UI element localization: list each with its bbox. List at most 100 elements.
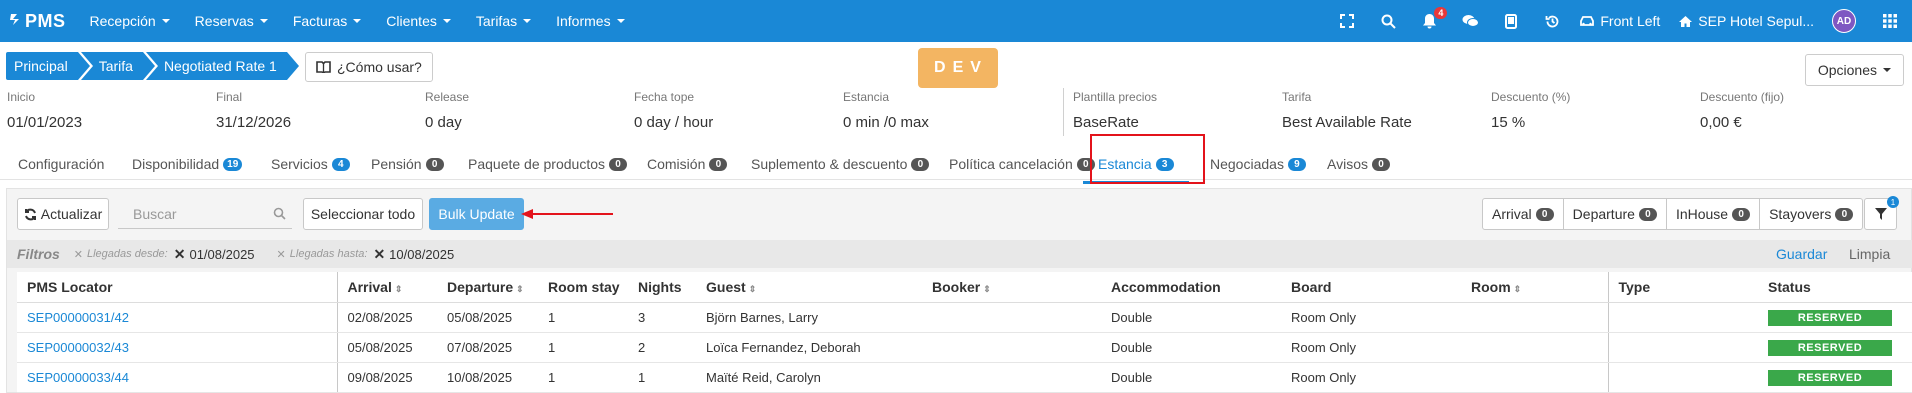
nav-reservas[interactable]: Reservas	[195, 13, 268, 29]
nav-label: Recepción	[89, 13, 156, 29]
filter-label-text: Llegadas hasta:	[289, 248, 368, 260]
column-label: Status	[1768, 278, 1811, 295]
col-room[interactable]: Room ⇕	[1461, 272, 1608, 303]
info-descuento-pct: Descuento (%) 15 %	[1491, 90, 1570, 131]
sort-icon: ⇕	[983, 283, 991, 294]
remove-filter-icon[interactable]: ✕	[74, 248, 83, 261]
remove-filter-icon[interactable]: ✕	[174, 246, 186, 263]
col-board[interactable]: Board	[1281, 272, 1461, 303]
table-row[interactable]: SEP00000031/42 02/08/2025 05/08/2025 1 3…	[17, 302, 1912, 333]
save-filters-link[interactable]: Guardar	[1776, 240, 1827, 268]
search-icon[interactable]	[1374, 7, 1402, 35]
tab-paquete-productos[interactable]: Paquete de productos 0	[468, 148, 627, 180]
chevron-down-icon	[442, 19, 451, 23]
sort-icon: ⇕	[394, 283, 403, 294]
col-nights[interactable]: Nights	[628, 272, 696, 303]
tab-politica-cancelacion[interactable]: Política cancelación 0	[949, 148, 1095, 180]
info-value: BaseRate	[1073, 114, 1139, 131]
departure-filter-button[interactable]: Departure 0	[1564, 199, 1667, 229]
tab-servicios[interactable]: Servicios 4	[271, 148, 350, 180]
locator-link[interactable]: SEP00000032/43	[17, 332, 337, 363]
table-row[interactable]: SEP00000032/43 05/08/2025 07/08/2025 1 2…	[17, 332, 1912, 363]
refresh-button[interactable]: Actualizar	[17, 198, 109, 230]
search-input[interactable]: Buscar	[118, 199, 292, 229]
status-badge: RESERVED	[1768, 369, 1892, 386]
filter-value-text: 10/08/2025	[389, 246, 455, 262]
type-cell	[1607, 332, 1758, 363]
clear-filters-link[interactable]: Limpia	[1849, 240, 1890, 268]
tab-pension[interactable]: Pensión 0	[371, 148, 444, 180]
arrival-filter-button[interactable]: Arrival 0	[1483, 199, 1564, 229]
col-booker[interactable]: Booker ⇕	[922, 272, 1101, 303]
room-stay-cell: 1	[538, 362, 628, 393]
stayovers-filter-button[interactable]: Stayovers 0	[1760, 199, 1862, 229]
locator-link[interactable]: SEP00000031/42	[17, 302, 337, 333]
filter-to-label[interactable]: ✕ Llegadas hasta:	[277, 248, 368, 261]
history-icon[interactable]	[1538, 7, 1566, 35]
filter-from-value[interactable]: ✕ 01/08/2025	[174, 246, 255, 263]
column-label: Guest	[706, 278, 746, 295]
tab-configuracion[interactable]: Configuración	[18, 148, 104, 180]
apps-grid-icon[interactable]	[1876, 7, 1904, 35]
tab-bar: Configuración Disponibilidad 19 Servicios…	[0, 148, 1912, 184]
how-to-use-label: ¿Cómo usar?	[337, 59, 422, 75]
arrival-cell: 02/08/2025	[336, 302, 437, 333]
breadcrumb-principal[interactable]: Principal	[6, 52, 90, 80]
annotation-arrow-icon	[521, 209, 613, 219]
options-dropdown[interactable]: Opciones	[1804, 54, 1904, 86]
col-guest[interactable]: Guest ⇕	[696, 272, 922, 303]
arrival-cell: 05/08/2025	[336, 332, 437, 363]
front-desk-label: Front Left	[1600, 13, 1661, 29]
bell-icon[interactable]: 4	[1415, 7, 1448, 35]
accommodation-cell: Double	[1101, 332, 1281, 363]
info-plantilla-precios: Plantilla precios BaseRate	[1073, 90, 1157, 131]
annotation-highlight-box	[1090, 134, 1205, 184]
col-pms-locator[interactable]: PMS Locator	[17, 272, 337, 303]
tab-label: Pensión	[371, 156, 422, 172]
avatar[interactable]: AD	[1832, 9, 1856, 33]
info-label: Inicio	[7, 90, 36, 104]
col-departure[interactable]: Departure ⇕	[437, 272, 538, 303]
chat-icon[interactable]	[1456, 7, 1484, 35]
brand-logo[interactable]: PMS	[9, 11, 66, 32]
column-label: PMS Locator	[27, 278, 113, 295]
count-badge: 0	[1732, 207, 1751, 221]
col-type[interactable]: Type	[1607, 272, 1758, 303]
tab-negociadas[interactable]: Negociadas 9	[1210, 148, 1306, 180]
remove-filter-icon[interactable]: ✕	[373, 246, 385, 263]
how-to-use-button[interactable]: ¿Cómo usar?	[305, 52, 433, 82]
filter-button[interactable]: 1	[1864, 196, 1899, 230]
info-final: Final 31/12/2026	[216, 90, 291, 131]
inhouse-filter-button[interactable]: InHouse 0	[1667, 199, 1761, 229]
tab-disponibilidad[interactable]: Disponibilidad 19	[132, 148, 243, 180]
filter-to-value[interactable]: ✕ 10/08/2025	[373, 246, 454, 263]
tab-avisos[interactable]: Avisos 0	[1327, 148, 1390, 180]
col-arrival[interactable]: Arrival ⇕	[336, 272, 437, 303]
col-room-stay[interactable]: Room stay	[538, 272, 628, 303]
filter-from-label[interactable]: ✕ Llegadas desde:	[74, 248, 168, 261]
breadcrumb-tarifa[interactable]: Tarifa	[80, 52, 156, 80]
nights-cell: 2	[628, 332, 696, 363]
hotel-selector[interactable]: SEP Hotel Sepul...	[1678, 13, 1814, 29]
breadcrumb-negotiated-rate[interactable]: Negotiated Rate 1	[145, 52, 299, 80]
tab-suplemento-descuento[interactable]: Suplemento & descuento 0	[751, 148, 930, 180]
locator-link[interactable]: SEP00000033/44	[17, 362, 337, 393]
table-row[interactable]: SEP00000033/44 09/08/2025 10/08/2025 1 1…	[17, 362, 1912, 393]
nav-informes[interactable]: Informes	[556, 13, 625, 29]
nav-tarifas[interactable]: Tarifas	[476, 13, 532, 29]
bulk-update-button[interactable]: Bulk Update	[429, 198, 524, 230]
count-badge: 19	[223, 157, 243, 171]
options-label: Opciones	[1817, 62, 1877, 78]
nav-clientes[interactable]: Clientes	[386, 13, 451, 29]
nav-recepcion[interactable]: Recepción	[90, 13, 170, 29]
remove-filter-icon[interactable]: ✕	[277, 248, 286, 261]
tab-comision[interactable]: Comisión 0	[647, 148, 728, 180]
select-all-button[interactable]: Seleccionar todo	[303, 198, 423, 230]
info-value: 0 day / hour	[634, 114, 714, 131]
col-accommodation[interactable]: Accommodation	[1101, 272, 1281, 303]
fullscreen-icon[interactable]	[1333, 7, 1361, 35]
col-status[interactable]: Status	[1758, 272, 1912, 303]
nav-facturas[interactable]: Facturas	[293, 13, 362, 29]
tablet-icon[interactable]	[1497, 7, 1525, 35]
front-desk-selector[interactable]: Front Left	[1579, 13, 1660, 29]
